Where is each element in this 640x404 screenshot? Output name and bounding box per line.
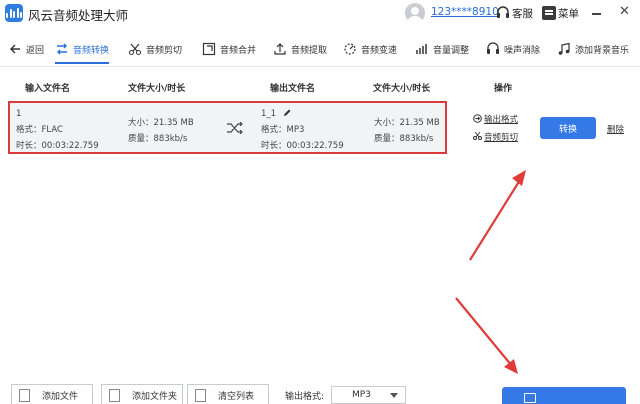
extract-icon (274, 43, 286, 55)
convert-icon (57, 43, 67, 55)
tab-label: 音频转换 (73, 45, 110, 56)
input-duration: 时长：00:03:22.759 (16, 141, 99, 151)
add-folder-label: 添加文件夹 (132, 391, 178, 402)
edit-pencil-icon[interactable] (283, 109, 291, 117)
output-format-link[interactable]: 输出格式 (484, 113, 518, 125)
tab-audio-convert[interactable]: 音频转换 (55, 36, 110, 64)
app-title: 风云音频处理大师 (28, 8, 129, 23)
user-id-link[interactable]: 123****8910 (431, 6, 499, 18)
minimize-button[interactable] (592, 13, 601, 15)
tab-noise-removal[interactable]: 噪声消除 (486, 36, 540, 62)
user-avatar[interactable] (405, 3, 425, 23)
header-input-file: 输入文件名 (25, 84, 71, 94)
tab-audio-extract[interactable]: 音频提取 (273, 36, 327, 62)
tab-add-bgm[interactable]: 添加背景音乐 (557, 36, 629, 62)
tab-label: 噪声消除 (504, 45, 541, 56)
table-row[interactable]: 1 格式：FLAC 时长：00:03:22.759 大小：21.35 MB 质量… (8, 101, 447, 154)
header-output-size: 文件大小/时长 (373, 84, 431, 94)
close-button[interactable]: ✕ (619, 5, 630, 18)
tab-label: 音频剪切 (146, 45, 183, 56)
arrow-left-icon (10, 44, 20, 54)
header-input-size: 文件大小/时长 (128, 84, 186, 94)
batch-process-button[interactable] (502, 387, 626, 404)
customer-service-label[interactable]: 客服 (512, 6, 533, 21)
tab-label: 音频变速 (361, 45, 398, 56)
input-format: 格式：FLAC (16, 125, 63, 135)
tab-label: 音频合并 (220, 45, 257, 56)
audio-cut-link[interactable]: 音频剪切 (484, 131, 518, 143)
headset-icon[interactable] (496, 6, 510, 19)
tab-audio-cut[interactable]: 音频剪切 (128, 36, 182, 62)
back-label: 返回 (26, 45, 45, 56)
output-format: 格式：MP3 (261, 125, 305, 135)
toolbar-divider (0, 66, 640, 67)
tab-label: 音量调整 (433, 45, 470, 56)
tab-audio-merge[interactable]: 音频合并 (202, 36, 256, 62)
output-file-name-wrap[interactable]: 1_1 (261, 109, 291, 119)
scissors-icon (129, 43, 141, 55)
output-format-select[interactable]: MP3 (331, 386, 406, 404)
folder-icon (109, 388, 120, 402)
scissors-icon (473, 131, 482, 140)
tab-label: 添加背景音乐 (575, 45, 630, 56)
convert-button[interactable]: 转换 (540, 117, 596, 139)
speed-icon (344, 43, 356, 55)
arrow-to-convert (469, 170, 526, 261)
clear-list-label: 清空列表 (218, 391, 255, 402)
input-quality: 质量：883kb/s (128, 134, 188, 144)
trash-icon (195, 388, 206, 402)
output-duration: 时长：00:03:22.759 (261, 141, 344, 151)
volume-icon (416, 44, 427, 54)
batch-icon (524, 393, 536, 403)
noise-icon (487, 42, 499, 54)
toolbar: 返回 音频转换 音频剪切 音频合并 音频提取 音频变速 音量调整 噪声消除 添加… (0, 36, 640, 64)
clear-list-button[interactable]: 清空列表 (187, 384, 269, 404)
music-icon (558, 42, 570, 55)
output-format-label: 输出格式: (285, 392, 325, 402)
add-file-label: 添加文件 (42, 391, 79, 402)
arrow-to-batch (455, 297, 518, 374)
output-format-value: MP3 (352, 390, 371, 400)
header-output-file: 输出文件名 (270, 84, 316, 94)
app-logo-icon (5, 4, 23, 22)
menu-icon[interactable] (542, 6, 556, 20)
shuffle-icon (227, 122, 243, 134)
tab-audio-speed[interactable]: 音频变速 (343, 36, 397, 62)
title-bar: 风云音频处理大师 123****8910 客服 菜单 ✕ (0, 0, 640, 27)
tab-label: 音频提取 (291, 45, 328, 56)
back-button[interactable]: 返回 (8, 36, 44, 62)
output-quality: 质量：883kb/s (374, 134, 434, 144)
delete-link[interactable]: 删除 (607, 123, 624, 135)
input-file-name: 1 (16, 109, 22, 119)
output-file-name: 1_1 (261, 109, 277, 119)
output-size: 大小：21.35 MB (374, 118, 440, 128)
chevron-down-icon (390, 393, 398, 398)
add-folder-button[interactable]: 添加文件夹 (101, 384, 183, 404)
menu-label[interactable]: 菜单 (558, 6, 579, 21)
file-icon (19, 388, 30, 402)
input-size: 大小：21.35 MB (128, 118, 194, 128)
tab-volume-adjust[interactable]: 音量调整 (415, 36, 469, 62)
header-actions: 操作 (494, 84, 513, 94)
output-format-icon (473, 114, 482, 123)
merge-icon (202, 42, 216, 56)
add-file-button[interactable]: 添加文件 (11, 384, 93, 404)
